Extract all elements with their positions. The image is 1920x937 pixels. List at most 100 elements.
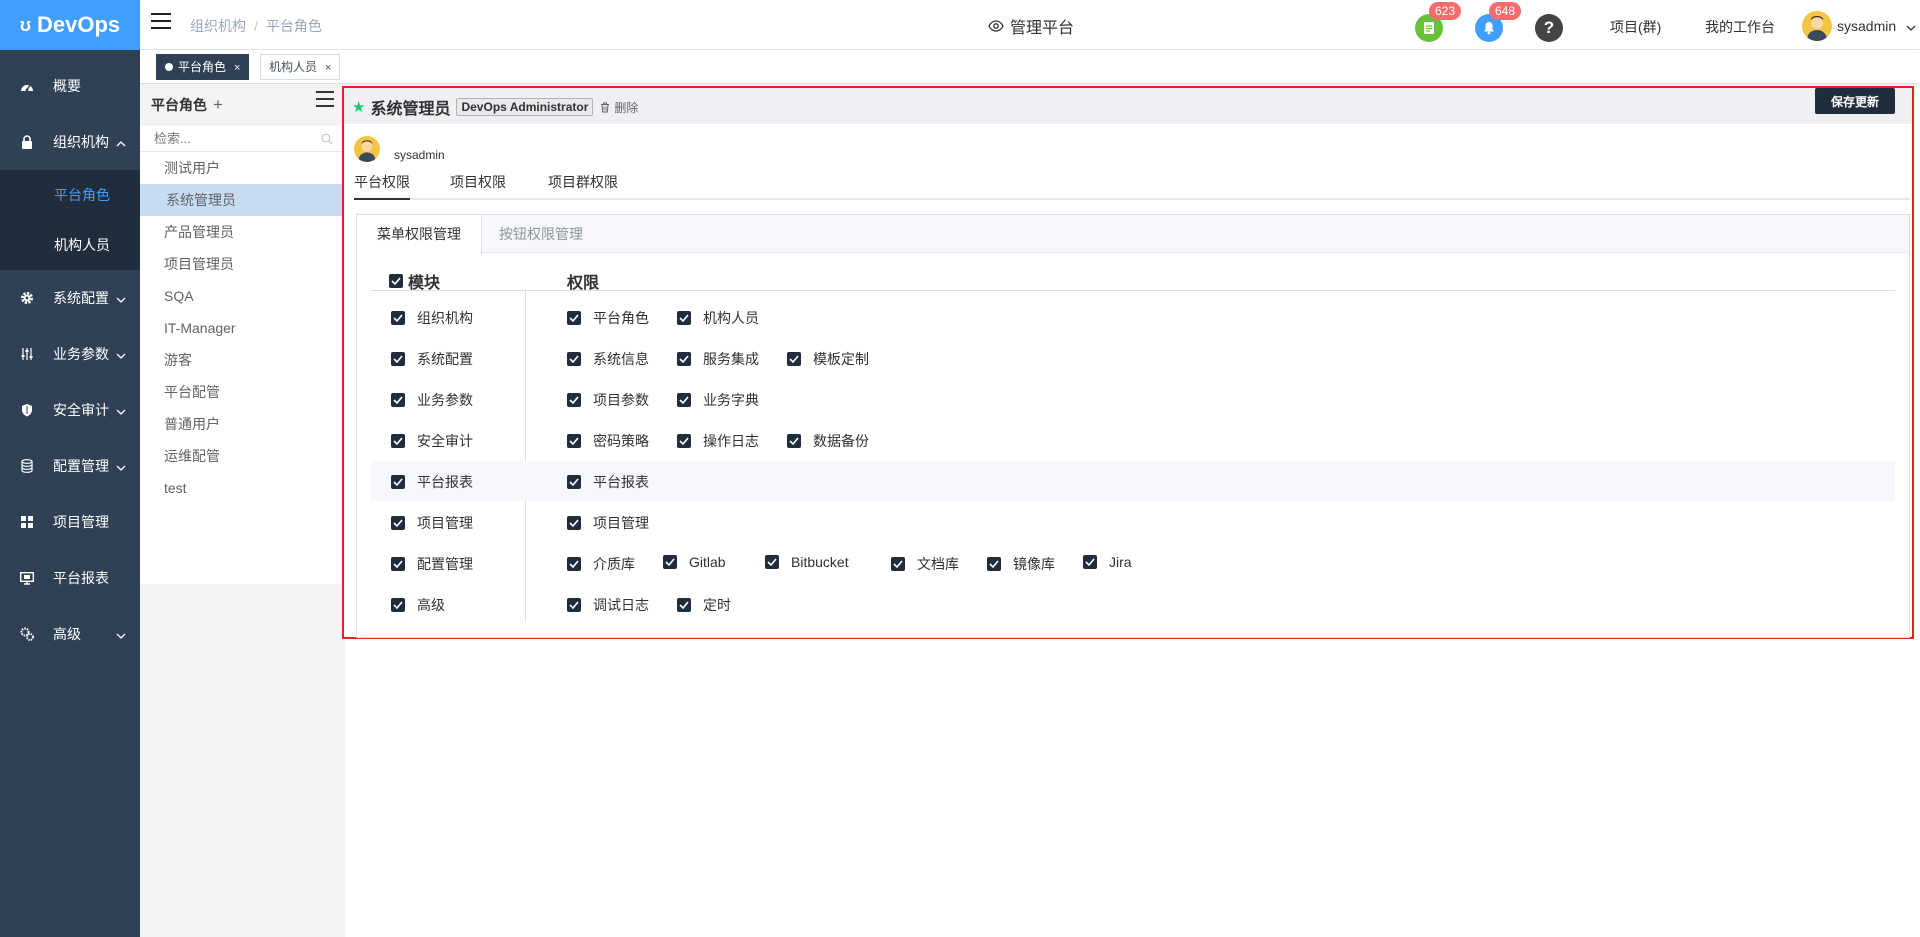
- help-button[interactable]: ?: [1535, 14, 1563, 42]
- sidebar-item-system-config[interactable]: 系统配置: [0, 270, 140, 326]
- sidebar: ʊ DevOps 概要 组织机构 平台角色 机构人员 系统配置 业务参数 安全审…: [0, 0, 140, 937]
- permission-checkbox[interactable]: 平台报表: [567, 472, 649, 492]
- permission-checkbox[interactable]: 介质库: [567, 554, 635, 574]
- module-checkbox[interactable]: 安全审计: [391, 431, 473, 451]
- tab-project-perms[interactable]: 项目权限: [450, 172, 506, 200]
- module-checkbox[interactable]: 配置管理: [391, 554, 473, 574]
- sidebar-item-project-mgmt[interactable]: 项目管理: [0, 494, 140, 550]
- close-icon[interactable]: ×: [325, 62, 331, 74]
- permission-checkbox[interactable]: Bitbucket: [765, 554, 849, 570]
- notification-button[interactable]: 648: [1475, 2, 1522, 42]
- permission-label: 服务集成: [703, 351, 759, 367]
- tab-button-perms[interactable]: 按钮权限管理: [479, 215, 603, 253]
- sidebar-item-platform-report[interactable]: 平台报表: [0, 550, 140, 606]
- checkbox-checked-icon: [677, 598, 691, 612]
- sidebar-item-label: 高级: [53, 626, 81, 642]
- module-checkbox[interactable]: 系统配置: [391, 349, 473, 369]
- role-list-item[interactable]: IT-Manager: [140, 312, 345, 344]
- role-search: [140, 126, 345, 152]
- delete-label: 删除: [614, 100, 639, 115]
- tab-platform-perms[interactable]: 平台权限: [354, 172, 410, 200]
- permission-checkbox[interactable]: 模板定制: [787, 349, 869, 369]
- role-list-item[interactable]: SQA: [140, 280, 345, 312]
- role-list-item[interactable]: test: [140, 472, 345, 504]
- sidebar-item-biz-params[interactable]: 业务参数: [0, 326, 140, 382]
- role-search-input[interactable]: [140, 126, 345, 151]
- module-checkbox[interactable]: 业务参数: [391, 390, 473, 410]
- sidebar-item-label: 业务参数: [53, 346, 109, 362]
- permission-checkbox[interactable]: 镜像库: [987, 554, 1055, 574]
- chevron-up-icon: [116, 134, 126, 150]
- permission-checkbox[interactable]: Jira: [1083, 554, 1132, 570]
- permission-checkbox[interactable]: 操作日志: [677, 431, 759, 451]
- sidebar-item-label: 安全审计: [53, 402, 109, 418]
- role-list-item[interactable]: 平台配管: [140, 376, 345, 408]
- tag-platform-roles[interactable]: 平台角色 ×: [156, 54, 250, 80]
- role-list-item[interactable]: 运维配管: [140, 440, 345, 472]
- module-checkbox[interactable]: 平台报表: [391, 472, 473, 492]
- module-checkbox[interactable]: 组织机构: [391, 308, 473, 328]
- platform-title[interactable]: 管理平台: [988, 14, 1074, 38]
- sidebar-item-security-audit[interactable]: 安全审计: [0, 382, 140, 438]
- permission-checkbox[interactable]: 项目管理: [567, 513, 649, 533]
- permission-checkbox[interactable]: 调试日志: [567, 595, 649, 615]
- breadcrumb-item[interactable]: 组织机构: [190, 18, 246, 34]
- user-menu[interactable]: sysadmin: [1802, 11, 1916, 41]
- sidebar-item-config-mgmt[interactable]: 配置管理: [0, 438, 140, 494]
- role-list-item[interactable]: 产品管理员: [140, 216, 345, 248]
- tag-org-members[interactable]: 机构人员 ×: [260, 54, 341, 80]
- permission-subtabs: 菜单权限管理 按钮权限管理: [357, 215, 1909, 254]
- permission-checkbox[interactable]: 文档库: [891, 554, 959, 574]
- my-workspace-link[interactable]: 我的工作台: [1705, 17, 1775, 37]
- permission-checkbox[interactable]: 项目参数: [567, 390, 649, 410]
- delete-role-button[interactable]: 删除: [600, 99, 638, 116]
- permission-row: 系统配置 系统信息 服务集成 模板定制: [371, 338, 1895, 378]
- app-logo[interactable]: ʊ DevOps: [0, 0, 140, 50]
- username: sysadmin: [1837, 18, 1897, 34]
- sidebar-toggle-icon[interactable]: [151, 13, 171, 31]
- close-icon[interactable]: ×: [234, 62, 240, 74]
- todo-button[interactable]: 623: [1415, 2, 1462, 42]
- project-group-link[interactable]: 项目(群): [1610, 17, 1661, 37]
- tab-project-group-perms[interactable]: 项目群权限: [548, 172, 618, 200]
- notification-badge: 648: [1489, 2, 1522, 20]
- role-list-item[interactable]: 系统管理员: [140, 184, 345, 216]
- sidebar-item-overview[interactable]: 概要: [0, 58, 140, 114]
- sidebar-item-label: 配置管理: [53, 458, 109, 474]
- permission-checkbox[interactable]: 服务集成: [677, 349, 759, 369]
- permission-checkbox[interactable]: 业务字典: [677, 390, 759, 410]
- permission-checkbox[interactable]: Gitlab: [663, 554, 726, 570]
- permission-checkbox[interactable]: 机构人员: [677, 308, 759, 328]
- checkbox-checked-icon: [567, 475, 581, 489]
- question-icon: ?: [1543, 18, 1555, 37]
- role-menu-icon[interactable]: [316, 91, 334, 107]
- permission-checkbox[interactable]: 密码策略: [567, 431, 649, 451]
- permission-row: 高级 调试日志 定时: [371, 584, 1895, 624]
- permission-label: 介质库: [593, 556, 635, 572]
- add-role-icon[interactable]: +: [213, 95, 223, 115]
- module-checkbox[interactable]: 项目管理: [391, 513, 473, 533]
- chevron-down-icon: [116, 290, 126, 306]
- select-all-checkbox[interactable]: [389, 274, 403, 288]
- permission-checkbox[interactable]: 数据备份: [787, 431, 869, 451]
- database-icon: [20, 459, 34, 473]
- sidebar-item-platform-roles[interactable]: 平台角色: [0, 170, 140, 220]
- permission-label: 项目管理: [593, 515, 649, 531]
- permission-row: 配置管理 介质库 Gitlab Bitbucket 文档库 镜像库 Jira: [371, 543, 1895, 583]
- permission-checkbox[interactable]: 系统信息: [567, 349, 649, 369]
- sidebar-item-org[interactable]: 组织机构: [0, 114, 140, 170]
- role-list-item[interactable]: 游客: [140, 344, 345, 376]
- role-list-item[interactable]: 项目管理员: [140, 248, 345, 280]
- permission-checkbox[interactable]: 定时: [677, 595, 731, 615]
- save-update-button[interactable]: 保存更新: [1814, 88, 1895, 114]
- sidebar-item-org-members[interactable]: 机构人员: [0, 220, 140, 270]
- sidebar-item-label: 平台报表: [53, 570, 109, 586]
- sidebar-item-advanced[interactable]: 高级: [0, 606, 140, 662]
- permission-checkbox[interactable]: 平台角色: [567, 308, 649, 328]
- tab-menu-perms[interactable]: 菜单权限管理: [357, 215, 482, 254]
- permission-label: Gitlab: [689, 554, 726, 570]
- role-list-item[interactable]: 测试用户: [140, 152, 345, 184]
- role-list-item[interactable]: 普通用户: [140, 408, 345, 440]
- sidebar-item-label: 组织机构: [53, 134, 109, 150]
- module-checkbox[interactable]: 高级: [391, 595, 445, 615]
